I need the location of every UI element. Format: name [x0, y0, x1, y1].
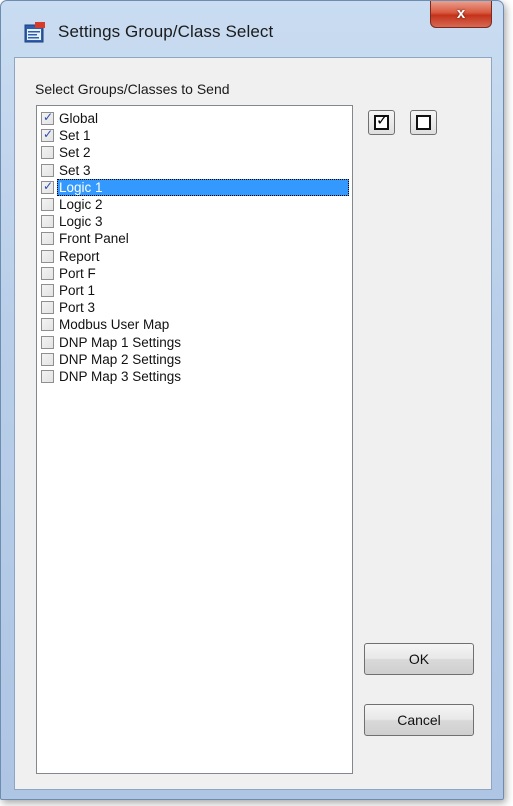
checkbox[interactable]	[41, 146, 54, 160]
list-item-label: Logic 3	[59, 214, 103, 230]
checkbox[interactable]: ✓	[41, 110, 54, 125]
checkbox[interactable]	[41, 232, 54, 246]
checkbox[interactable]	[41, 301, 54, 315]
list-item[interactable]: Front Panel	[41, 230, 131, 247]
list-item[interactable]: Set 3	[41, 162, 93, 179]
dialog-body: Select Groups/Classes to Send ✓ Global ✓ Se…	[14, 57, 492, 790]
checkbox[interactable]	[41, 370, 54, 383]
list-item[interactable]: ✓ Global	[41, 110, 100, 127]
list-item-label: Port 1	[59, 283, 96, 298]
list-item[interactable]: ✓ Set 1	[41, 127, 93, 144]
checkbox[interactable]	[41, 335, 54, 349]
window-title: Settings Group/Class Select	[58, 22, 274, 41]
list-item[interactable]: Logic 3	[41, 213, 105, 230]
clear-all-button[interactable]	[410, 110, 437, 135]
list-item[interactable]: DNP Map 3 Settings	[41, 368, 183, 385]
checkbox[interactable]: ✓	[41, 127, 54, 143]
list-item[interactable]: Set 2	[41, 144, 93, 161]
groups-checklist[interactable]: ✓ Global ✓ Set 1 Set 2 Set 3 ✓ Logic 1 Logic 2 Lo…	[36, 105, 353, 774]
empty-box-icon	[416, 115, 431, 130]
list-item-label: Set 3	[59, 162, 91, 178]
check-icon: ✓	[43, 127, 54, 142]
list-item[interactable]: Report	[41, 248, 102, 265]
list-item-label: Set 1	[59, 128, 91, 144]
title-bar[interactable]: Settings Group/Class Select x	[1, 1, 503, 57]
checkbox[interactable]	[41, 249, 54, 263]
section-label: Select Groups/Classes to Send	[35, 81, 230, 97]
list-item-label: DNP Map 3 Settings	[59, 369, 182, 384]
checkbox[interactable]	[41, 163, 54, 177]
check-icon: ✓	[43, 110, 54, 124]
list-item-label: Set 2	[59, 145, 91, 161]
checkbox[interactable]	[41, 266, 54, 280]
list-item-label: Modbus User Map	[59, 317, 170, 333]
list-item-label: Logic 2	[59, 197, 103, 212]
list-item[interactable]: ✓ Logic 1	[41, 179, 105, 196]
ok-button[interactable]: OK	[364, 643, 474, 675]
list-item[interactable]: DNP Map 1 Settings	[41, 334, 183, 351]
app-icon	[24, 22, 45, 43]
list-item-label: DNP Map 1 Settings	[59, 334, 182, 350]
checkbox[interactable]: ✓	[41, 178, 54, 194]
list-item-label: Logic 1	[59, 179, 103, 195]
check-icon: ✓	[43, 178, 54, 193]
list-item[interactable]: Port 3	[41, 299, 97, 316]
checkbox[interactable]	[41, 198, 54, 211]
list-item[interactable]: Port F	[41, 265, 98, 282]
list-item-label: Global	[59, 111, 99, 126]
checkbox[interactable]	[41, 318, 54, 332]
checkbox[interactable]	[41, 284, 54, 297]
list-item-label: Report	[59, 248, 100, 264]
select-all-button[interactable]: ✓	[368, 110, 395, 135]
list-item-label: Front Panel	[59, 231, 129, 247]
list-item[interactable]: Logic 2	[41, 196, 105, 213]
list-item[interactable]: Modbus User Map	[41, 316, 171, 333]
list-item-label: DNP Map 2 Settings	[59, 351, 182, 367]
list-item[interactable]: DNP Map 2 Settings	[41, 351, 183, 368]
checkbox[interactable]	[41, 352, 54, 366]
cancel-button[interactable]: Cancel	[364, 704, 474, 736]
settings-group-dialog: Settings Group/Class Select x Select Gro…	[0, 0, 504, 800]
list-item-label: Port 3	[59, 300, 96, 316]
list-item-label: Port F	[59, 265, 96, 281]
checkbox[interactable]	[41, 215, 54, 229]
list-item[interactable]: Port 1	[41, 282, 97, 299]
close-button[interactable]: x	[430, 1, 492, 28]
